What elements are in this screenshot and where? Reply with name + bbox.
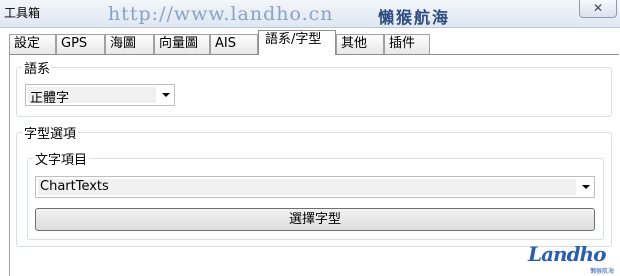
- language-group-label: 語系: [22, 58, 53, 77]
- tab-label: AIS: [215, 36, 236, 51]
- tab-label: 海圖: [110, 36, 137, 51]
- tab-label: GPS: [61, 36, 88, 51]
- tab-plugins[interactable]: 插件: [384, 34, 430, 54]
- language-select-value: 正體字: [30, 91, 70, 106]
- chevron-down-icon: [162, 93, 170, 97]
- text-items-select-value: ChartTexts: [40, 179, 109, 194]
- choose-font-button-label: 選擇字型: [288, 212, 341, 227]
- tab-label: 向量圖: [159, 36, 199, 51]
- text-items-select-highlight: [38, 179, 576, 195]
- landho-logo: Landho 懶猴航海: [528, 242, 618, 275]
- choose-font-button[interactable]: 選擇字型: [35, 208, 595, 231]
- close-icon: ✕: [592, 1, 604, 15]
- logo-text: Landho: [528, 242, 606, 266]
- tab-vector-chart[interactable]: 向量圖: [154, 34, 210, 54]
- watermark-url: http://www.landho.cn: [108, 3, 334, 25]
- tab-settings[interactable]: 設定: [9, 34, 56, 54]
- logo-subtext: 懶猴航海: [590, 268, 615, 275]
- tab-label: 設定: [14, 36, 41, 51]
- tab-language-font[interactable]: 語系/字型: [258, 30, 336, 55]
- font-options-group-label: 字型選項: [22, 123, 79, 142]
- tab-other[interactable]: 其他: [336, 34, 384, 54]
- tab-label: 其他: [341, 36, 368, 51]
- tab-strip: 設定 GPS 海圖 向量圖 AIS 語系/字型 其他 插件: [0, 28, 620, 55]
- tab-gps[interactable]: GPS: [56, 34, 105, 54]
- tab-label: 語系/字型: [265, 32, 322, 47]
- watermark-name: 懶猴航海: [378, 8, 451, 27]
- language-select[interactable]: 正體字: [25, 84, 175, 106]
- tab-chart[interactable]: 海圖: [105, 34, 154, 54]
- title-bar[interactable]: 工具箱 http://www.landho.cn 懶猴航海 ✕: [0, 0, 620, 28]
- close-button[interactable]: ✕: [579, 0, 617, 18]
- text-items-group-label: 文字項目: [33, 149, 90, 168]
- chevron-down-icon: [582, 185, 590, 189]
- text-items-select[interactable]: ChartTexts: [35, 176, 595, 198]
- tab-ais[interactable]: AIS: [210, 34, 258, 54]
- window-title: 工具箱: [4, 6, 41, 20]
- toolbox-window: 工具箱 http://www.landho.cn 懶猴航海 ✕ 設定 GPS 海…: [0, 0, 620, 276]
- tab-label: 插件: [389, 36, 416, 51]
